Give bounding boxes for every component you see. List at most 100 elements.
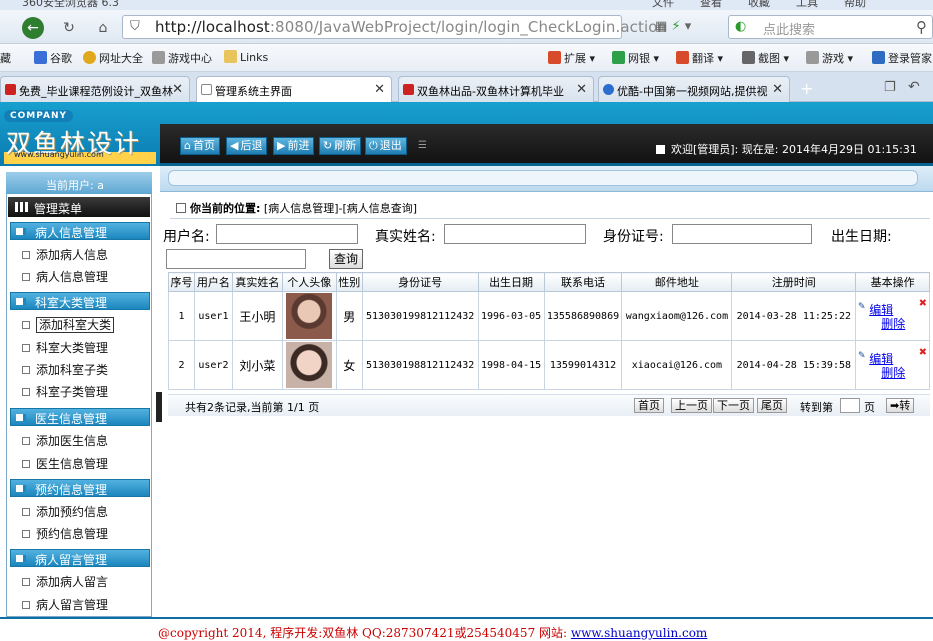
patient-table: 序号 用户名 真实姓名 个人头像 性别 身份证号 出生日期 联系电话 邮件地址 … [168,272,930,390]
delete-x-icon[interactable]: ✖ [919,296,927,311]
site-link[interactable]: www.shuangyulin.com [571,626,707,640]
idcard-input[interactable] [672,224,812,244]
goto-page-input[interactable] [840,398,860,413]
search-box[interactable]: ◐ 点此搜索 ⚲ [728,15,933,39]
search-icon[interactable]: ⚲ [916,18,927,36]
sidebar-item-manage-dept-class[interactable]: 科室大类管理 [22,339,108,356]
sidebar-group-appointment[interactable]: 预约信息管理 [10,479,150,497]
sidebar-item-add-doctor[interactable]: 添加医生信息 [22,432,108,449]
site-favicon-icon [403,84,414,95]
menu-view[interactable]: 查看 [700,0,722,10]
menu-favorites[interactable]: 收藏 [748,0,770,10]
cell-username: user2 [193,340,233,390]
page-icon [201,84,212,95]
sidebar-item-manage-doctor[interactable]: 医生信息管理 [22,455,108,472]
favorite-item-sites[interactable]: 网址大全 [83,50,143,66]
youku-play-icon [603,84,614,95]
username-input[interactable] [216,224,358,244]
sidebar-item-manage-appointment[interactable]: 预约信息管理 [22,525,108,542]
favorite-item-links[interactable]: Links [224,50,268,64]
menu-tools[interactable]: 工具 [796,0,818,10]
address-bar[interactable]: ⛉ http://localhost:8080/JavaWebProject/l… [122,15,667,39]
tool-screenshot[interactable]: 截图 ▾ [742,50,789,66]
goto-button[interactable]: ➡转 [886,398,915,413]
realname-label: 真实姓名: [375,229,436,245]
sidebar-group-message[interactable]: 病人留言管理 [10,549,150,567]
favorite-item-games[interactable]: 游戏中心 [152,50,212,66]
bullet-box-icon [22,344,30,352]
search-engine-icon[interactable]: ◐ [735,19,746,34]
sidebar-item-add-message[interactable]: 添加病人留言 [22,573,108,590]
delete-link[interactable]: 删除 [881,364,905,381]
sidebar-item-add-appointment[interactable]: 添加预约信息 [22,503,108,520]
tab-list-icon[interactable]: ❐ [884,80,896,95]
sidebar-item-add-patient[interactable]: 添加病人信息 [22,246,108,263]
sidebar-item-manage-message[interactable]: 病人留言管理 [22,596,108,613]
sidebar-item-add-dept-class[interactable]: 添加科室大类 [22,316,115,333]
column-header: 注册时间 [731,272,857,292]
game-icon [806,51,819,64]
lightning-icon[interactable]: ⚡ [671,19,680,34]
pencil-icon: ✎ [858,348,865,361]
divider [170,218,930,219]
logout-button[interactable]: ⏻ 退出 [365,137,407,155]
tab-shuangyulin[interactable]: 双鱼林出品-双鱼林计算机毕业 ✕ [398,76,594,102]
forward-button[interactable]: ▶ 前进 [273,137,315,155]
sidebar-group-department[interactable]: 科室大类管理 [10,292,150,310]
first-page-button[interactable]: 首页 [634,398,664,413]
qr-code-icon[interactable]: ▦ [655,19,667,34]
tool-bank[interactable]: 网银 ▾ [612,50,659,66]
tab-free-course[interactable]: 免费_毕业课程范例设计_双鱼林 ✕ [0,76,190,102]
query-button[interactable]: 查询 [329,249,363,269]
close-icon[interactable]: ✕ [772,82,783,97]
arrow-right-icon: ➡ [890,399,900,412]
tab-youku[interactable]: 优酷-中国第一视频网站,提供视 ✕ [598,76,790,102]
bullet-box-icon [22,388,30,396]
delete-x-icon[interactable]: ✖ [919,345,927,360]
back-arrow-icon[interactable]: ← [22,17,44,39]
sidebar-item-manage-dept-sub[interactable]: 科室子类管理 [22,383,108,400]
tool-translate[interactable]: 翻译 ▾ [676,50,723,66]
menu-file[interactable]: 文件 [652,0,674,10]
sidebar-item-manage-patient[interactable]: 病人信息管理 [22,268,108,285]
delete-link[interactable]: 删除 [881,315,905,332]
cell-birthday: 1998-04-15 [477,340,545,390]
cell-birthday: 1996-03-05 [477,291,545,341]
tab-admin-main[interactable]: 管理系统主界面 ✕ [196,76,392,102]
sidebar-group-patient[interactable]: 病人信息管理 [10,222,150,240]
new-tab-icon[interactable]: + [800,79,813,98]
refresh-button[interactable]: ↻ 刷新 [319,137,362,155]
birthday-input[interactable] [166,249,306,269]
sidebar-collapse-handle[interactable] [156,392,162,422]
idcard-label: 身份证号: [603,229,664,245]
refresh-icon[interactable]: ↻ [58,17,80,39]
forward-icon: ▶ [277,139,286,152]
prev-page-button[interactable]: 上一页 [671,398,712,413]
tool-login-manager[interactable]: 登录管家 [872,50,932,66]
home-icon[interactable]: ⌂ [92,17,114,39]
close-icon[interactable]: ✕ [374,82,385,97]
realname-input[interactable] [444,224,586,244]
column-header: 出生日期 [477,272,545,292]
current-user-bar: 当前用户: a [6,172,152,194]
close-icon[interactable]: ✕ [172,82,183,97]
undo-close-icon[interactable]: ↶ [908,79,920,95]
last-page-button[interactable]: 尾页 [757,398,787,413]
tool-games[interactable]: 游戏 ▾ [806,50,853,66]
menu-lines-icon[interactable]: ☰ [418,140,427,151]
home-button[interactable]: ⌂ 首页 [180,137,220,155]
favorite-item-google[interactable]: 谷歌 [34,50,72,66]
dropdown-arrow-icon[interactable]: ▾ [685,19,692,34]
sidebar-item-add-dept-sub[interactable]: 添加科室子类 [22,361,108,378]
back-button[interactable]: ◀ 后退 [226,137,268,155]
record-summary: 共有2条记录,当前第 1/1 页 [185,401,320,414]
sidebar-group-doctor[interactable]: 医生信息管理 [10,408,150,426]
next-page-button[interactable]: 下一页 [713,398,754,413]
favorite-item-bookmarks[interactable]: 藏 [0,50,11,66]
menu-help[interactable]: 帮助 [844,0,866,10]
close-icon[interactable]: ✕ [576,82,587,97]
cell-ops: ✎ 编辑 删除 ✖ [855,340,930,390]
tool-extensions[interactable]: 扩展 ▾ [548,50,595,66]
refresh-icon: ↻ [323,139,333,152]
birthday-label: 出生日期: [831,229,892,245]
